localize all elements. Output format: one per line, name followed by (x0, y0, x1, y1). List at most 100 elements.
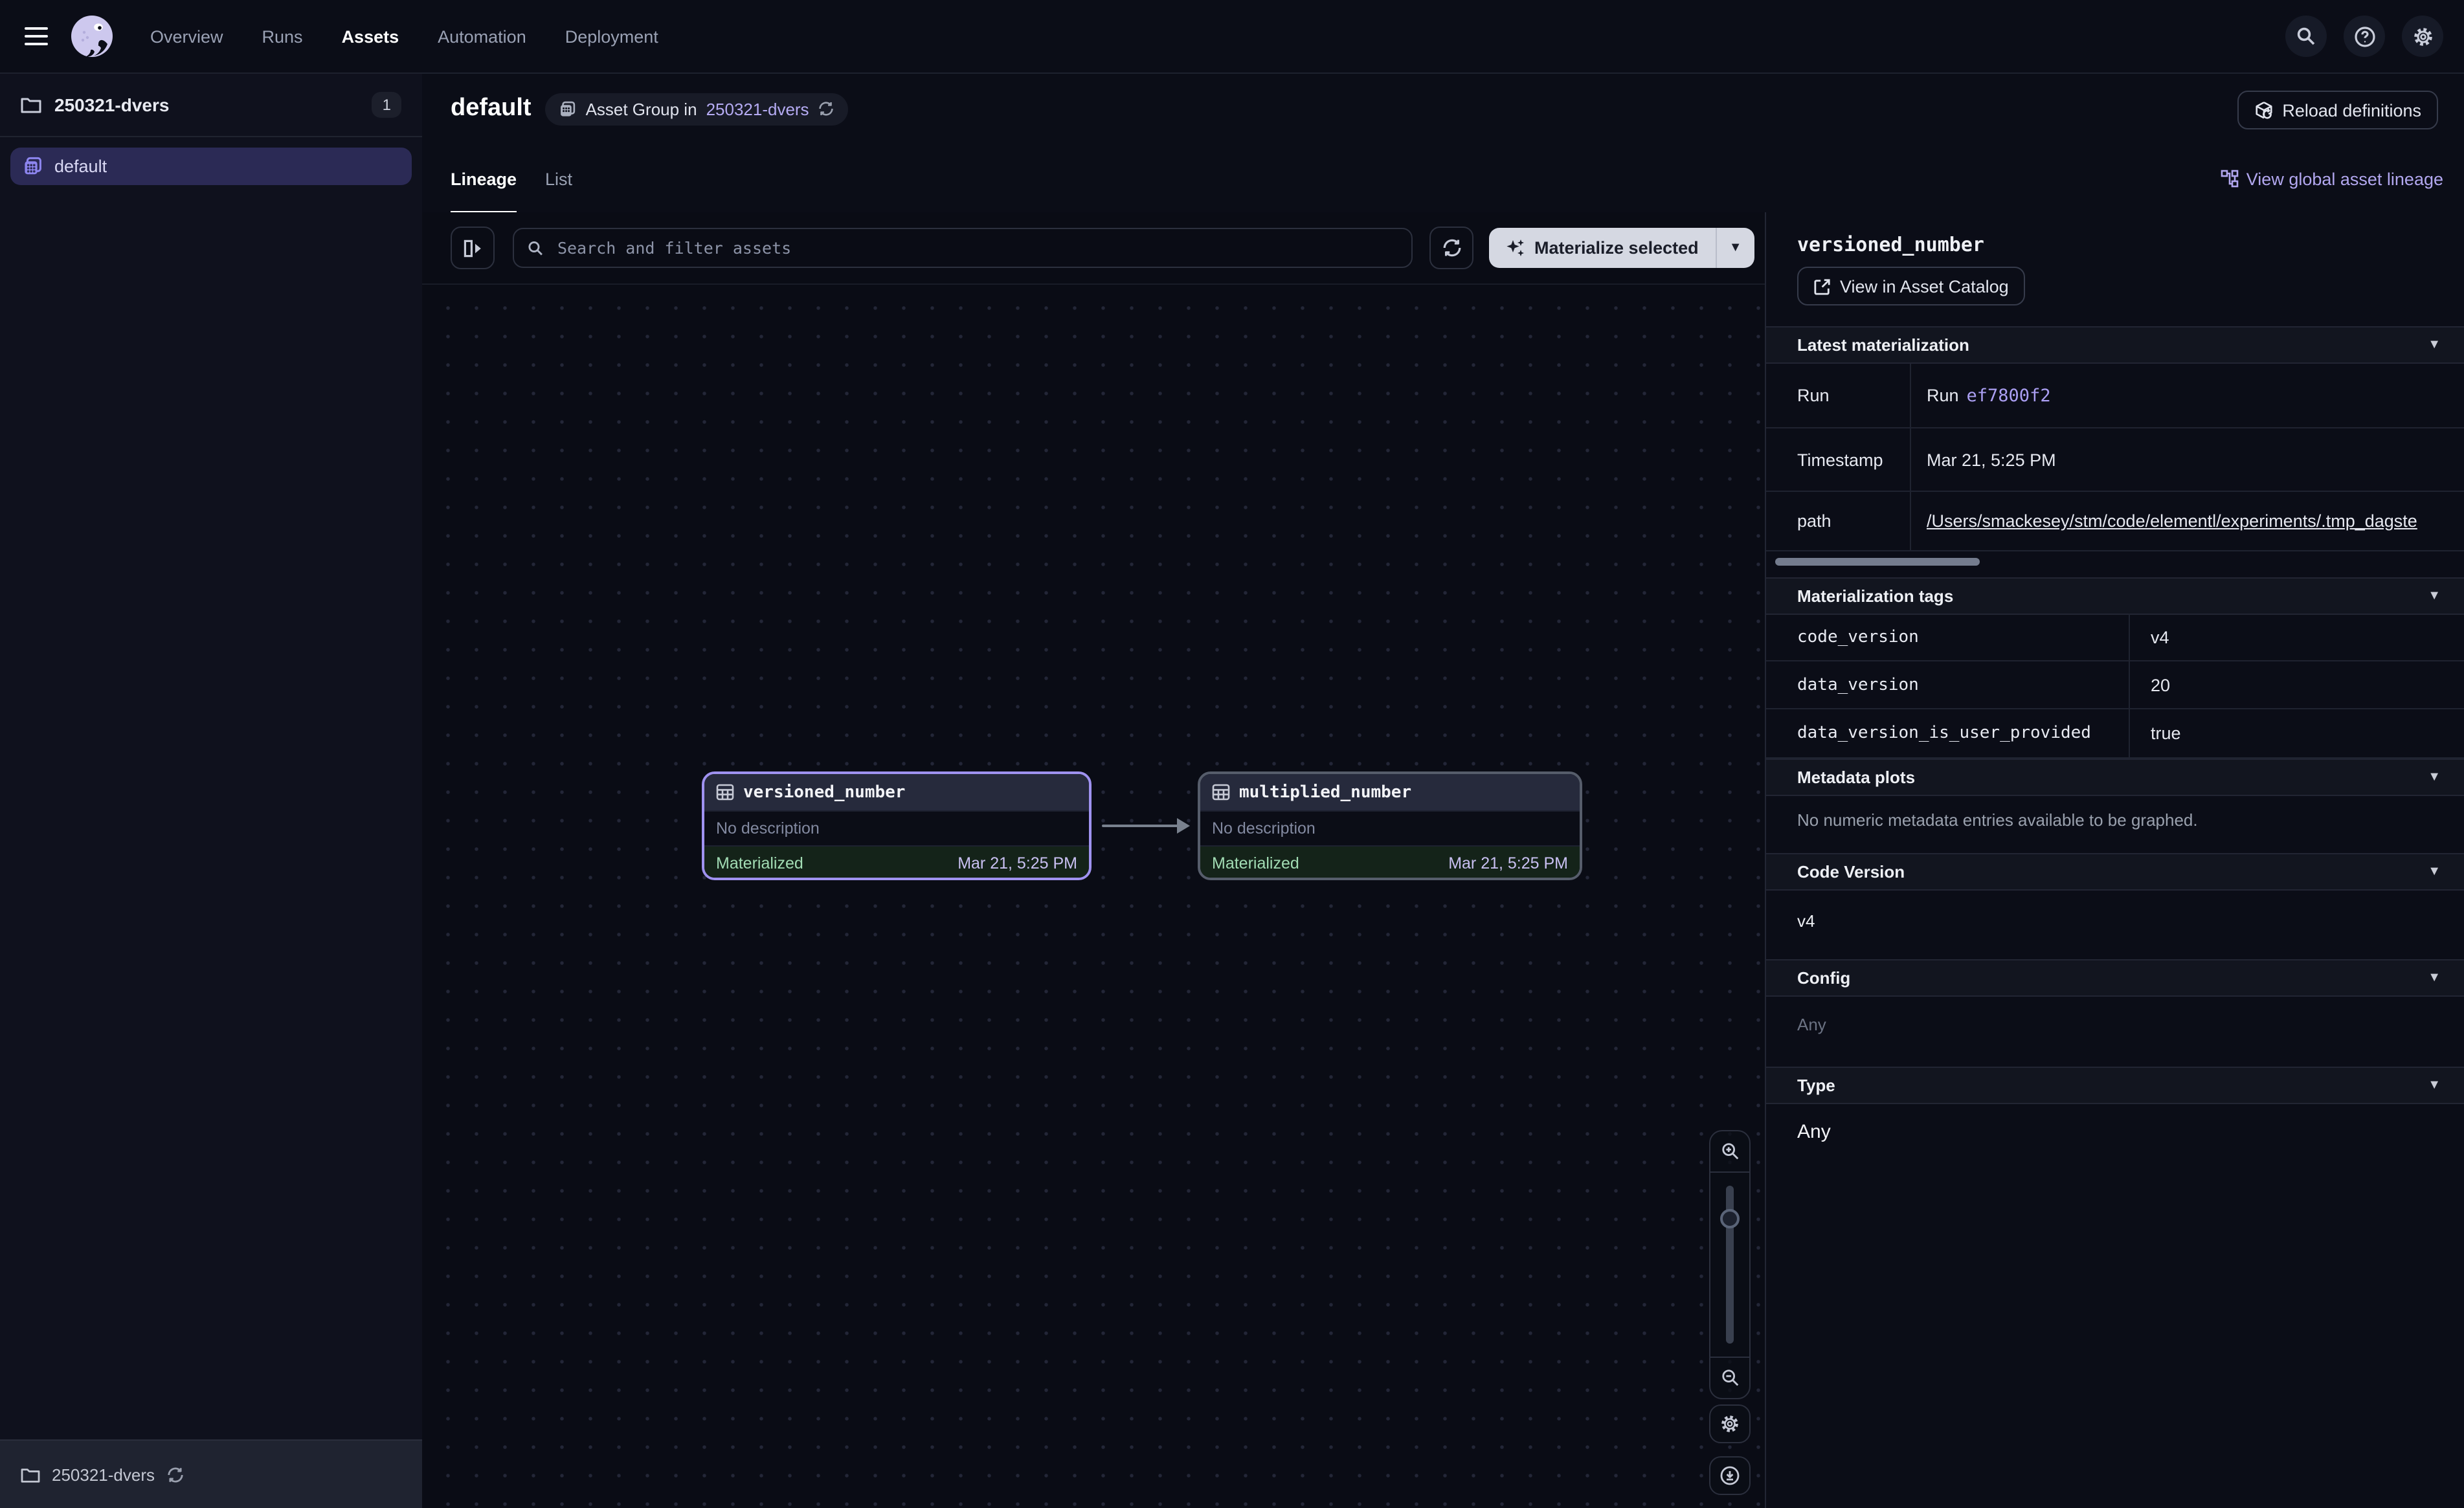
help-icon[interactable] (2344, 16, 2385, 57)
node-status: Materialized (1212, 854, 1299, 872)
asset-detail-panel: versioned_number View in Asset Catalog L… (1765, 212, 2464, 1508)
view-catalog-label: View in Asset Catalog (1840, 276, 2009, 296)
asset-search-box (513, 228, 1413, 268)
run-id-link[interactable]: ef7800f2 (1967, 385, 2051, 406)
materialize-label: Materialize selected (1534, 238, 1699, 258)
repo-count-badge: 1 (372, 91, 401, 117)
tab-list[interactable]: List (545, 145, 572, 212)
nav-item-automation[interactable]: Automation (438, 27, 526, 46)
nav-item-deployment[interactable]: Deployment (565, 27, 658, 46)
table-row-timestamp: Timestamp Mar 21, 5:25 PM (1766, 428, 2464, 492)
arrow-down-circle-icon (1719, 1465, 1740, 1486)
sidebar-item-default-group[interactable]: default (10, 148, 412, 185)
zoom-out-button[interactable] (1710, 1358, 1749, 1398)
sidebar-repo-row[interactable]: 250321-dvers 1 (0, 72, 422, 137)
download-view-button[interactable] (1709, 1456, 1751, 1495)
zoom-slider-thumb[interactable] (1720, 1209, 1740, 1228)
panel-expand-icon (463, 239, 482, 257)
hamburger-menu-icon[interactable] (25, 27, 48, 46)
materialize-dropdown-caret[interactable]: ▼ (1716, 228, 1754, 268)
panel-asset-title: versioned_number (1797, 233, 1984, 256)
metadata-plots-empty-text: No numeric metadata entries available to… (1797, 810, 2198, 830)
table-icon (716, 783, 734, 801)
page-title: default (451, 94, 532, 123)
node-timestamp: Mar 21, 5:25 PM (1448, 854, 1568, 872)
asset-group-icon (23, 157, 43, 176)
nav-item-overview[interactable]: Overview (150, 27, 223, 46)
gear-icon (1719, 1414, 1740, 1434)
chevron-down-icon: ▼ (2428, 865, 2441, 879)
top-nav: Overview Runs Assets Automation Deployme… (0, 0, 2464, 74)
dagster-app: Overview Runs Assets Automation Deployme… (0, 0, 2464, 1508)
scrollbar-thumb[interactable] (1775, 558, 1980, 566)
horizontal-scrollbar (1766, 558, 2464, 566)
table-icon (1212, 783, 1230, 801)
chevron-down-icon: ▼ (2428, 1078, 2441, 1092)
path-link[interactable]: /Users/smackesey/stm/code/elementl/exper… (1927, 511, 2417, 531)
footer-repo-name: 250321-dvers (52, 1465, 155, 1484)
zoom-in-button[interactable] (1710, 1131, 1749, 1171)
tab-lineage[interactable]: Lineage (451, 145, 517, 212)
asset-node-multiplied-number[interactable]: multiplied_number No description Materia… (1198, 771, 1582, 880)
lineage-graph-area: Materialize selected ▼ versioned_number … (422, 212, 1765, 1508)
search-input[interactable] (555, 237, 1398, 259)
sidebar: 250321-dvers 1 default 250321-dvers (0, 72, 423, 1508)
lineage-edge (1102, 817, 1190, 834)
zoom-controls (1709, 1130, 1751, 1399)
table-row-data-version-user-provided: data_version_is_user_provided true (1766, 709, 2464, 759)
config-value: Any (1797, 1015, 1826, 1034)
page-header: default Asset Group in 250321-dvers Relo… (422, 72, 2464, 145)
materialize-selected-button: Materialize selected ▼ (1489, 228, 1754, 268)
dagster-logo-icon[interactable] (69, 13, 115, 60)
nav-item-runs[interactable]: Runs (262, 27, 303, 46)
type-value: Any (1797, 1121, 1831, 1143)
folder-icon (21, 1466, 40, 1483)
collapse-sidebar-button[interactable] (451, 227, 495, 269)
materialize-main[interactable]: Materialize selected (1489, 228, 1716, 268)
section-type[interactable]: Type ▼ (1766, 1067, 2464, 1104)
chevron-down-icon: ▼ (2428, 971, 2441, 985)
refresh-icon (1442, 238, 1461, 258)
section-code-version[interactable]: Code Version ▼ (1766, 853, 2464, 891)
asset-group-badge: Asset Group in 250321-dvers (546, 93, 848, 125)
refresh-graph-button[interactable] (1429, 227, 1473, 269)
section-config[interactable]: Config ▼ (1766, 959, 2464, 997)
node-status: Materialized (716, 854, 803, 872)
zoom-in-icon (1720, 1142, 1740, 1161)
chevron-down-icon: ▼ (2428, 338, 2441, 352)
nav-items: Overview Runs Assets Automation Deployme… (150, 27, 658, 46)
lineage-graph-icon (2221, 170, 2239, 188)
reload-definitions-button[interactable]: Reload definitions (2237, 91, 2438, 129)
sidebar-footer[interactable]: 250321-dvers (0, 1439, 422, 1508)
chevron-down-icon: ▼ (2428, 770, 2441, 784)
graph-canvas[interactable] (422, 283, 1765, 1508)
badge-prefix: Asset Group in (586, 99, 697, 118)
top-nav-actions (2285, 16, 2443, 57)
asset-node-versioned-number[interactable]: versioned_number No description Material… (702, 771, 1092, 880)
table-row-data-version: data_version 20 (1766, 661, 2464, 709)
gear-icon[interactable] (2402, 16, 2443, 57)
asset-group-icon (560, 100, 577, 117)
global-lineage-label: View global asset lineage (2246, 169, 2443, 188)
view-global-asset-lineage-link[interactable]: View global asset lineage (2221, 169, 2443, 188)
table-row-code-version: code_version v4 (1766, 614, 2464, 661)
cube-reload-icon (2254, 100, 2273, 120)
graph-settings-button[interactable] (1709, 1404, 1751, 1443)
search-icon[interactable] (2285, 16, 2327, 57)
view-in-asset-catalog-button[interactable]: View in Asset Catalog (1797, 267, 2026, 305)
zoom-slider (1710, 1171, 1749, 1358)
section-metadata-plots[interactable]: Metadata plots ▼ (1766, 759, 2464, 796)
nav-item-assets[interactable]: Assets (342, 27, 399, 46)
badge-repo-link[interactable]: 250321-dvers (706, 99, 809, 118)
refresh-icon[interactable] (818, 101, 834, 116)
code-version-value: v4 (1797, 911, 1815, 931)
section-latest-materialization[interactable]: Latest materialization ▼ (1766, 326, 2464, 364)
zoom-out-icon (1720, 1368, 1740, 1388)
latest-materialization-table: Run Runef7800f2 Timestamp Mar 21, 5:25 P… (1766, 364, 2464, 551)
section-materialization-tags[interactable]: Materialization tags ▼ (1766, 577, 2464, 615)
refresh-icon[interactable] (166, 1466, 183, 1483)
sparkle-icon (1506, 238, 1525, 258)
table-row-run: Run Runef7800f2 (1766, 364, 2464, 428)
node-name: multiplied_number (1239, 782, 1411, 802)
tabs-row: Lineage List View global asset lineage (422, 145, 2464, 214)
